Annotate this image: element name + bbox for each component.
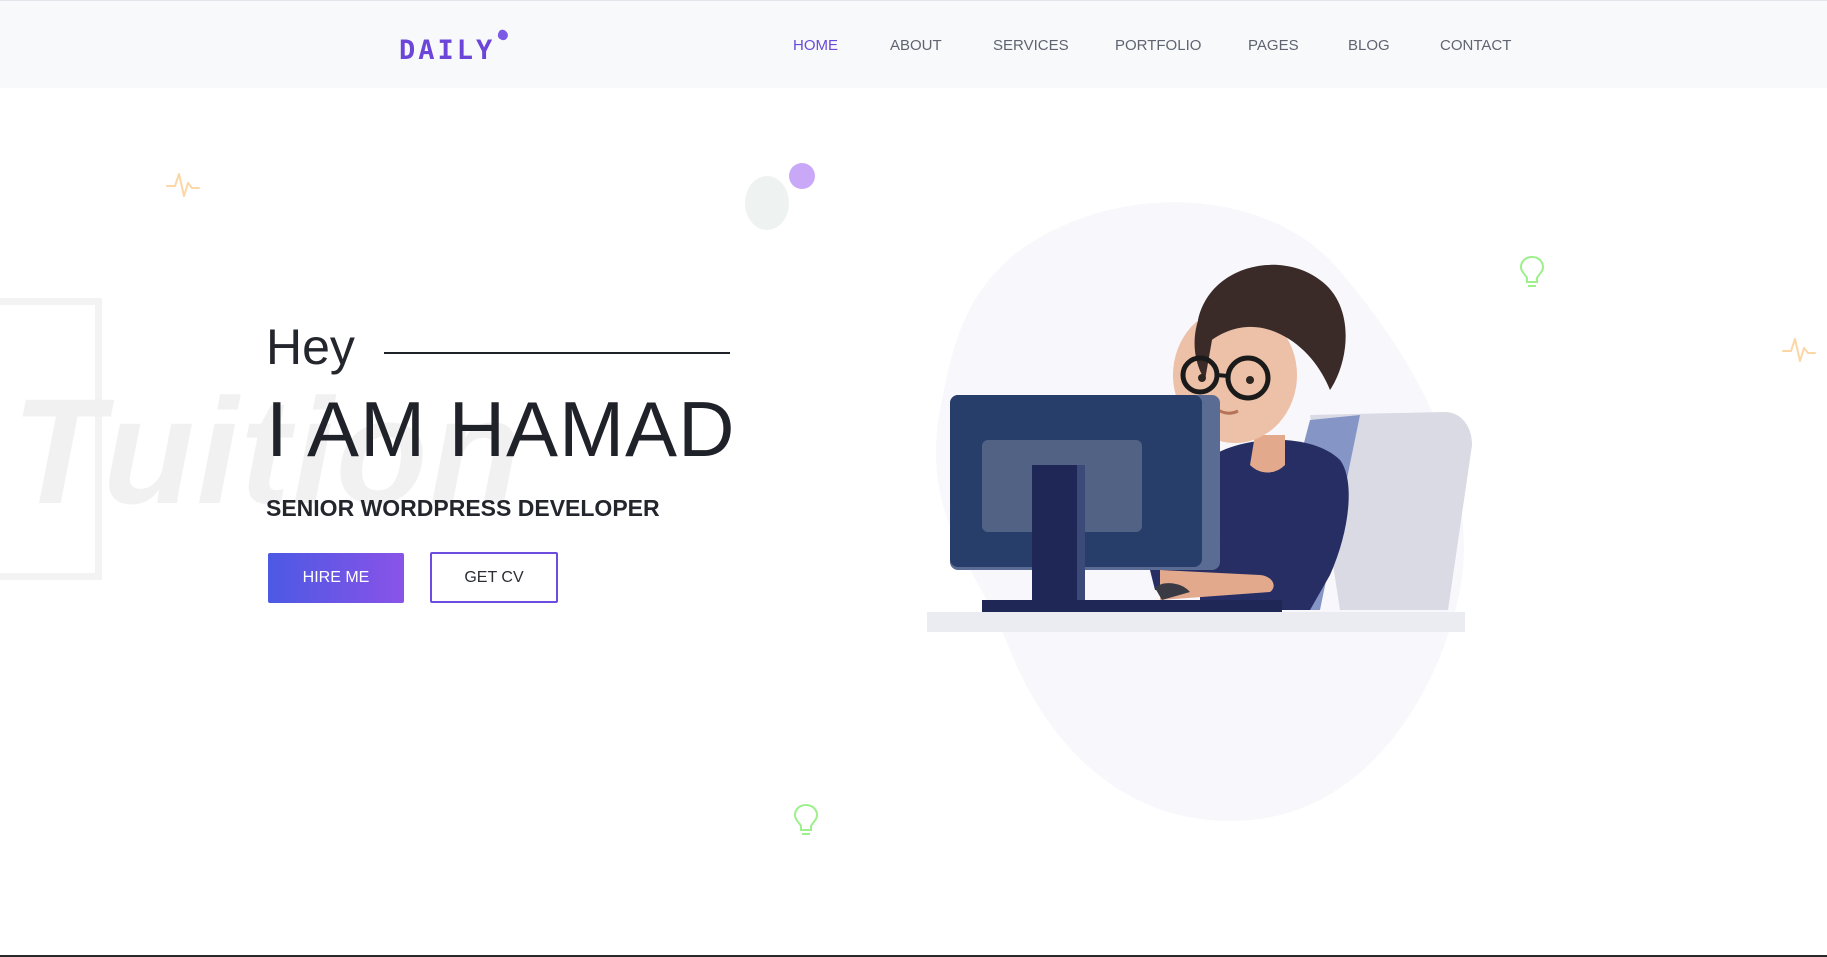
page: DAILY HOME ABOUT SERVICES PORTFOLIO PAGE… <box>0 0 1827 957</box>
monitor-stand <box>1032 465 1077 600</box>
nav-item-about[interactable]: ABOUT <box>890 37 942 54</box>
lightbulb-icon <box>793 803 819 835</box>
hire-me-button[interactable]: HIRE ME <box>268 553 404 603</box>
hero-name: I AM HAMAD <box>266 385 736 473</box>
nav-item-pages[interactable]: PAGES <box>1248 37 1299 54</box>
nav-item-portfolio[interactable]: PORTFOLIO <box>1115 37 1201 54</box>
keyboard <box>982 600 1282 612</box>
site-header: DAILY HOME ABOUT SERVICES PORTFOLIO PAGE… <box>0 0 1827 88</box>
pulse-icon <box>1782 338 1816 362</box>
nav-item-home[interactable]: HOME <box>793 37 838 54</box>
nav-item-services[interactable]: SERVICES <box>993 37 1069 54</box>
get-cv-button[interactable]: GET CV <box>430 552 558 603</box>
developer-illustration <box>927 202 1472 821</box>
main-navigation: HOME ABOUT SERVICES PORTFOLIO PAGES BLOG… <box>0 37 1827 57</box>
neck <box>1250 435 1285 473</box>
hero-role: SENIOR WORDPRESS DEVELOPER <box>266 495 660 521</box>
decorative-bubbles-icon <box>745 163 815 230</box>
nav-item-blog[interactable]: BLOG <box>1348 37 1390 54</box>
nav-item-contact[interactable]: CONTACT <box>1440 37 1511 54</box>
pulse-icon <box>166 173 200 197</box>
hero-greeting: Hey <box>266 319 355 375</box>
desk <box>927 612 1465 632</box>
greeting-divider <box>384 352 730 354</box>
